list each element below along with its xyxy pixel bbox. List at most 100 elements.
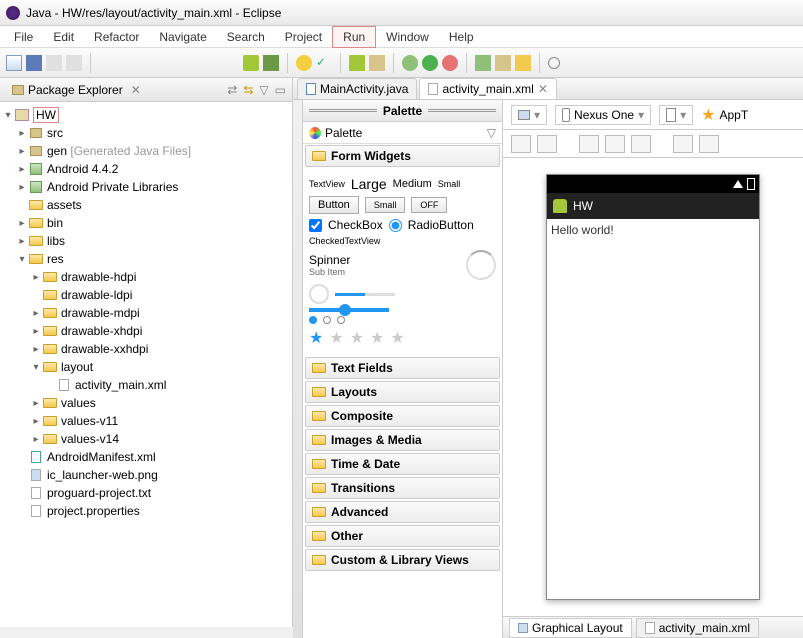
toggle-height-button[interactable] bbox=[537, 135, 557, 153]
close-icon[interactable]: ✕ bbox=[131, 83, 141, 97]
project-tree[interactable]: ▾HW ▸src ▸gen [Generated Java Files] ▸An… bbox=[0, 102, 292, 627]
menu-navigate[interactable]: Navigate bbox=[149, 27, 216, 47]
section-transitions[interactable]: Transitions bbox=[305, 477, 500, 499]
section-images[interactable]: Images & Media bbox=[305, 429, 500, 451]
zoom-reset-button[interactable] bbox=[699, 135, 719, 153]
seekbar-widget[interactable] bbox=[309, 308, 389, 312]
checked-textview-widget[interactable]: CheckedTextView bbox=[309, 236, 496, 246]
new-class-icon[interactable] bbox=[475, 55, 491, 71]
new-folder-icon[interactable] bbox=[515, 55, 531, 71]
save-icon[interactable] bbox=[26, 55, 42, 71]
device-preview[interactable]: HW Hello world! bbox=[546, 174, 760, 600]
small-button-widget[interactable]: Small bbox=[365, 197, 406, 213]
zoom-out-button[interactable] bbox=[631, 135, 651, 153]
drawable-mdpi-node[interactable]: ▸drawable-mdpi bbox=[2, 304, 290, 322]
menu-project[interactable]: Project bbox=[275, 27, 332, 47]
palette-subheader[interactable]: Palette ▽ bbox=[303, 122, 502, 144]
new-project-icon[interactable] bbox=[349, 55, 365, 71]
zoom-fit-button[interactable] bbox=[579, 135, 599, 153]
activity-main-xml-node[interactable]: activity_main.xml bbox=[2, 376, 290, 394]
zoom-100-button[interactable] bbox=[605, 135, 625, 153]
menu-run[interactable]: Run bbox=[332, 26, 376, 48]
android-sdk-icon[interactable] bbox=[243, 55, 259, 71]
ratingbar-widget[interactable]: ★★★★★ bbox=[309, 328, 496, 348]
section-form-widgets[interactable]: Form Widgets bbox=[305, 145, 500, 167]
android-lib-node[interactable]: ▸Android 4.4.2 bbox=[2, 160, 290, 178]
project-node[interactable]: ▾HW bbox=[2, 106, 290, 124]
device-selector[interactable]: Nexus One ▾ bbox=[555, 105, 651, 125]
drawable-hdpi-node[interactable]: ▸drawable-hdpi bbox=[2, 268, 290, 286]
orientation-selector[interactable]: ▾ bbox=[659, 105, 693, 125]
res-node[interactable]: ▾res bbox=[2, 250, 290, 268]
check-icon[interactable]: ✓ bbox=[316, 55, 332, 71]
proguard-node[interactable]: proguard-project.txt bbox=[2, 484, 290, 502]
package-explorer-tab[interactable]: Package Explorer ✕ bbox=[6, 80, 147, 100]
small-text-widget[interactable]: Small bbox=[438, 179, 461, 189]
print-icon[interactable] bbox=[66, 55, 82, 71]
small-progress-widget[interactable] bbox=[309, 284, 329, 304]
bin-node[interactable]: ▸bin bbox=[2, 214, 290, 232]
drawable-xhdpi-node[interactable]: ▸drawable-xhdpi bbox=[2, 322, 290, 340]
section-composite[interactable]: Composite bbox=[305, 405, 500, 427]
xml-source-tab[interactable]: activity_main.xml bbox=[636, 618, 759, 638]
menu-edit[interactable]: Edit bbox=[43, 27, 84, 47]
libs-node[interactable]: ▸libs bbox=[2, 232, 290, 250]
run-ext-icon[interactable] bbox=[442, 55, 458, 71]
lint-icon[interactable] bbox=[296, 55, 312, 71]
menu-help[interactable]: Help bbox=[439, 27, 484, 47]
toggle-widget[interactable]: OFF bbox=[411, 197, 447, 213]
debug-icon[interactable] bbox=[402, 55, 418, 71]
zoom-in-button[interactable] bbox=[673, 135, 693, 153]
menu-search[interactable]: Search bbox=[217, 27, 275, 47]
avd-icon[interactable] bbox=[263, 55, 279, 71]
new-icon[interactable] bbox=[6, 55, 22, 71]
package-icon[interactable] bbox=[369, 55, 385, 71]
checkbox-widget[interactable] bbox=[309, 219, 322, 232]
layout-content[interactable]: Hello world! bbox=[547, 219, 759, 599]
run-icon[interactable] bbox=[422, 55, 438, 71]
hello-text[interactable]: Hello world! bbox=[551, 223, 614, 237]
close-tab-icon[interactable]: ✕ bbox=[538, 82, 548, 96]
medium-text-widget[interactable]: Medium bbox=[393, 178, 432, 190]
spinner-widget[interactable]: Spinner bbox=[309, 253, 350, 267]
drawable-xxhdpi-node[interactable]: ▸drawable-xxhdpi bbox=[2, 340, 290, 358]
drawable-ldpi-node[interactable]: drawable-ldpi bbox=[2, 286, 290, 304]
canvas-config-dropdown[interactable]: ▾ bbox=[511, 105, 547, 125]
section-advanced[interactable]: Advanced bbox=[305, 501, 500, 523]
src-node[interactable]: ▸src bbox=[2, 124, 290, 142]
private-libs-node[interactable]: ▸Android Private Libraries bbox=[2, 178, 290, 196]
theme-selector[interactable]: ★ AppT bbox=[701, 105, 748, 125]
gen-node[interactable]: ▸gen [Generated Java Files] bbox=[2, 142, 290, 160]
menu-window[interactable]: Window bbox=[376, 27, 439, 47]
launcher-png-node[interactable]: ic_launcher-web.png bbox=[2, 466, 290, 484]
graphical-layout-tab[interactable]: Graphical Layout bbox=[509, 618, 632, 638]
layout-node[interactable]: ▾layout bbox=[2, 358, 290, 376]
section-text-fields[interactable]: Text Fields bbox=[305, 357, 500, 379]
button-widget[interactable]: Button bbox=[309, 196, 359, 214]
palette-scroll[interactable] bbox=[293, 100, 303, 638]
progressbar-widget[interactable] bbox=[335, 293, 395, 296]
manifest-node[interactable]: AndroidManifest.xml bbox=[2, 448, 290, 466]
subitem-widget[interactable]: Sub Item bbox=[309, 267, 350, 277]
textview-widget[interactable]: TextView bbox=[309, 179, 345, 189]
minimize-icon[interactable]: ▭ bbox=[275, 83, 286, 97]
collapse-icon[interactable]: ⇄ bbox=[227, 83, 237, 97]
new-pkg-icon[interactable] bbox=[495, 55, 511, 71]
tab-activity-main[interactable]: activity_main.xml ✕ bbox=[419, 78, 556, 99]
assets-node[interactable]: assets bbox=[2, 196, 290, 214]
chevron-down-icon[interactable]: ▽ bbox=[487, 126, 496, 140]
section-layouts[interactable]: Layouts bbox=[305, 381, 500, 403]
menu-refactor[interactable]: Refactor bbox=[84, 27, 149, 47]
values-node[interactable]: ▸values bbox=[2, 394, 290, 412]
page-indicator-widget[interactable] bbox=[309, 316, 345, 324]
radio-widget[interactable] bbox=[389, 219, 402, 232]
progress-circle-widget[interactable] bbox=[466, 250, 496, 280]
search-icon[interactable] bbox=[548, 57, 560, 69]
section-custom[interactable]: Custom & Library Views bbox=[305, 549, 500, 571]
section-time[interactable]: Time & Date bbox=[305, 453, 500, 475]
save-all-icon[interactable] bbox=[46, 55, 62, 71]
link-icon[interactable]: ⇆ bbox=[243, 83, 253, 97]
menu-file[interactable]: File bbox=[4, 27, 43, 47]
properties-node[interactable]: project.properties bbox=[2, 502, 290, 520]
view-menu-icon[interactable]: ▽ bbox=[259, 83, 268, 97]
